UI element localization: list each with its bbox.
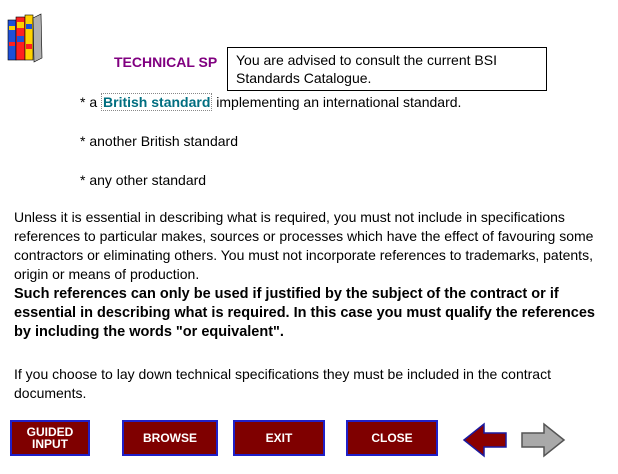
paragraph-justification: Such references can only be used if just… bbox=[14, 286, 595, 340]
bullet-another-british-standard: * another British standard bbox=[80, 133, 238, 149]
tooltip-line-1: You are advised to consult the current B… bbox=[236, 52, 497, 68]
british-standard-link[interactable]: British standard bbox=[101, 93, 213, 111]
bullet-1-suffix: implementing an international standard. bbox=[212, 94, 462, 110]
right-arrow-icon[interactable] bbox=[520, 422, 566, 458]
tooltip-line-2: Standards Catalogue. bbox=[236, 70, 372, 86]
bullet-1-prefix: * a bbox=[80, 94, 102, 110]
books-logo-icon bbox=[7, 13, 43, 63]
exit-button[interactable]: EXIT bbox=[233, 420, 325, 456]
paragraph-restrictions: Unless it is essential in describing wha… bbox=[14, 209, 594, 282]
page-title: TECHNICAL SP bbox=[114, 54, 218, 70]
paragraph-contract-documents: If you choose to lay down technical spec… bbox=[14, 366, 551, 401]
left-arrow-icon[interactable] bbox=[462, 422, 508, 458]
browse-button[interactable]: BROWSE bbox=[122, 420, 218, 456]
close-button[interactable]: CLOSE bbox=[346, 420, 438, 456]
bsi-catalogue-tooltip: You are advised to consult the current B… bbox=[227, 47, 547, 91]
guided-input-label-line-2: INPUT bbox=[31, 437, 68, 451]
bullet-british-standard: * a British standard implementing an int… bbox=[80, 93, 462, 111]
guided-input-button[interactable]: GUIDED INPUT bbox=[10, 420, 90, 456]
bullet-other-standard: * any other standard bbox=[80, 172, 207, 188]
